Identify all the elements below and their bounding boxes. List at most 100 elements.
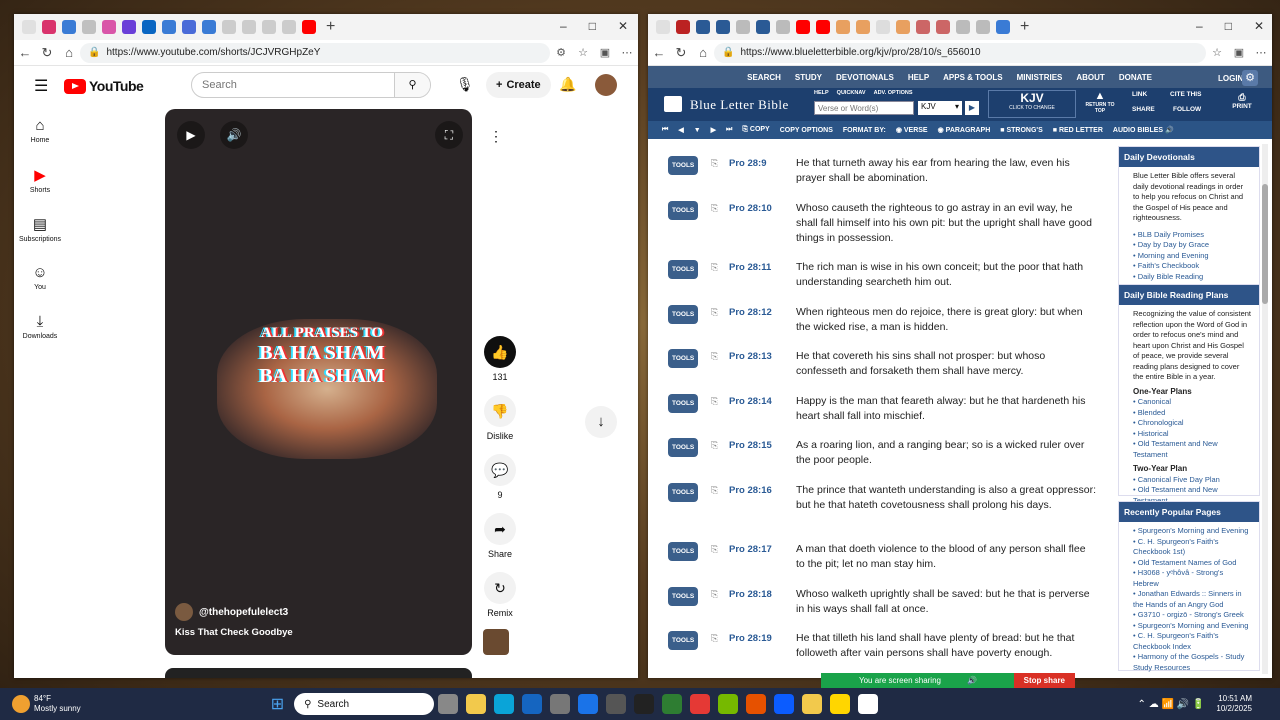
tab-icon[interactable] [262,20,276,34]
tab-icon[interactable] [122,20,136,34]
login-link[interactable]: LOGIN [1218,74,1243,83]
copy-icon[interactable]: ⎘ [711,156,718,171]
app-icon[interactable] [606,694,627,714]
close-icon[interactable]: ✕ [618,19,628,33]
panel-link[interactable]: • Old Testament and New Testament [1133,439,1251,460]
tab-icon[interactable] [142,20,156,34]
nav-about[interactable]: ABOUT [1076,73,1104,82]
verse-reference[interactable]: Pro 28:14 [729,394,772,409]
panel-link[interactable]: • Faith's Checkbook [1133,261,1251,272]
panel-link[interactable]: • Canonical [1133,397,1251,408]
panel-link[interactable]: • Historical [1133,429,1251,440]
url-field[interactable]: 🔒 https://www.youtube.com/shorts/JCJVRGHp… [80,42,550,63]
clock[interactable]: 10:51 AM 10/2/2025 [1216,694,1252,714]
sidebar-item-downloads[interactable]: ⤓ Downloads [14,313,66,340]
favorite-icon[interactable]: ☆ [572,46,594,59]
format-verse-radio[interactable]: ◉ VERSE [896,126,928,134]
new-tab-icon[interactable]: + [326,18,335,36]
url-field[interactable]: 🔒 https://www.blueletterbible.org/kjv/pro… [714,42,1206,63]
tab-icon[interactable] [756,20,770,34]
remix-button[interactable]: ↻ Remix [480,572,520,618]
panel-link[interactable]: • Canonical Five Day Plan [1133,475,1251,486]
tab-icon-active[interactable] [716,20,730,34]
mic-icon[interactable]: 🔊 [967,676,977,685]
go-arrow-icon[interactable]: ▶ [965,101,979,115]
brand-name[interactable]: Blue Letter Bible [690,97,789,113]
back-icon[interactable]: ← [14,45,36,60]
dislike-button[interactable]: 👎 Dislike [480,395,520,441]
app-icon[interactable] [802,694,823,714]
zoom-icon[interactable] [774,694,795,714]
comments-button[interactable]: 💬 9 [480,454,520,500]
home-icon[interactable]: ⌂ [58,45,80,60]
maximize-icon[interactable]: □ [1225,19,1232,33]
copy-icon[interactable]: ⎘ [711,201,718,216]
copy-icon[interactable]: ⎘ [711,631,718,646]
print-button[interactable]: ⎙ PRINT [1222,92,1262,110]
copy-icon[interactable]: ⎘ [711,542,718,557]
panel-link[interactable]: • Spurgeon's Morning and Evening [1133,621,1251,632]
tools-button[interactable]: TOOLS [668,542,699,561]
audio-thumbnail[interactable] [483,629,509,655]
short-video-player[interactable]: ▶ 🔊 ⛶ ALL PRAISES TO BA HA SHAM BA HA SH… [165,109,472,655]
sublink-quicknav[interactable]: QUICKNAV [837,90,866,96]
tools-button[interactable]: TOOLS [668,438,699,457]
panel-link[interactable]: • Day by Day by Grace [1133,240,1251,251]
minimize-icon[interactable]: – [1196,19,1203,33]
panel-link[interactable]: • H3068 - yᵉhôvâ - Strong's Hebrew [1133,568,1251,589]
avatar[interactable] [595,74,617,96]
nav-help[interactable]: HELP [908,73,929,82]
next-video-arrow-icon[interactable]: ↓ [585,406,617,438]
strongs-toggle[interactable]: ■ STRONG'S [1000,127,1042,134]
verse-reference[interactable]: Pro 28:13 [729,349,772,364]
panel-link[interactable]: • Harmony of the Gospels - Study Study R… [1133,652,1251,673]
copy-options-button[interactable]: COPY OPTIONS [780,127,833,134]
tab-icon[interactable] [976,20,990,34]
tools-button[interactable]: TOOLS [668,483,699,502]
search-input[interactable] [202,79,394,91]
nav-devotionals[interactable]: DEVOTIONALS [836,73,894,82]
app-icon[interactable] [550,694,571,714]
microphone-icon[interactable]: 🎙 [456,76,474,93]
share-button[interactable]: SHARE [1132,106,1155,113]
more-icon[interactable]: ⋯ [1250,46,1272,59]
copy-icon[interactable]: ⎘ [711,305,718,320]
panel-link[interactable]: • Blended [1133,408,1251,419]
minimize-icon[interactable]: – [560,19,567,33]
tools-button[interactable]: TOOLS [668,260,699,279]
tab-icon[interactable] [676,20,690,34]
version-select[interactable]: KJV ▾ [918,101,962,115]
more-icon[interactable]: ⋯ [616,46,638,59]
share-button[interactable]: ➦ Share [480,513,520,559]
last-icon[interactable]: ⏭ [726,126,732,134]
copy-icon[interactable]: ⎘ [711,394,718,409]
format-paragraph-radio[interactable]: ◉ PARAGRAPH [938,126,991,134]
sublink-help[interactable]: HELP [814,90,829,96]
verse-reference[interactable]: Pro 28:10 [729,201,772,216]
tools-button[interactable]: TOOLS [668,305,699,324]
volume-icon[interactable]: 🔊 [220,121,248,149]
copy-icon[interactable]: ⎘ [711,260,718,275]
sidebar-item-you[interactable]: ☺ You [14,264,66,291]
audio-bibles-button[interactable]: AUDIO BIBLES 🔊 [1113,126,1174,134]
tools-button[interactable]: TOOLS [668,201,699,220]
tools-button[interactable]: TOOLS [668,631,699,650]
weather-widget[interactable]: 84°F Mostly sunny [34,694,81,714]
nav-apps-tools[interactable]: APPS & TOOLS [943,73,1002,82]
taskbar-search[interactable]: ⚲ Search [294,693,435,715]
panel-link[interactable]: • C. H. Spurgeon's Faith's Checkbook Ind… [1133,631,1251,652]
more-options-icon[interactable]: ⋮ [482,122,510,150]
weather-icon[interactable] [12,695,30,713]
prev-icon[interactable]: ◀ [678,126,683,134]
collections-icon[interactable]: ▣ [594,46,616,59]
new-tab-icon[interactable]: + [1020,18,1029,36]
return-top-button[interactable]: ▲ RETURN TO TOP [1084,90,1116,118]
verse-reference[interactable]: Pro 28:12 [729,305,772,320]
panel-link[interactable]: • Jonathan Edwards :: Sinners in the Han… [1133,589,1251,610]
youtube-logo[interactable]: YouTube [64,78,144,94]
refresh-icon[interactable]: ↻ [36,45,58,61]
tab-icon[interactable] [42,20,56,34]
panel-link[interactable]: • Chronological [1133,418,1251,429]
like-button[interactable]: 👍 131 [480,336,520,382]
settings-icon[interactable] [578,694,599,714]
